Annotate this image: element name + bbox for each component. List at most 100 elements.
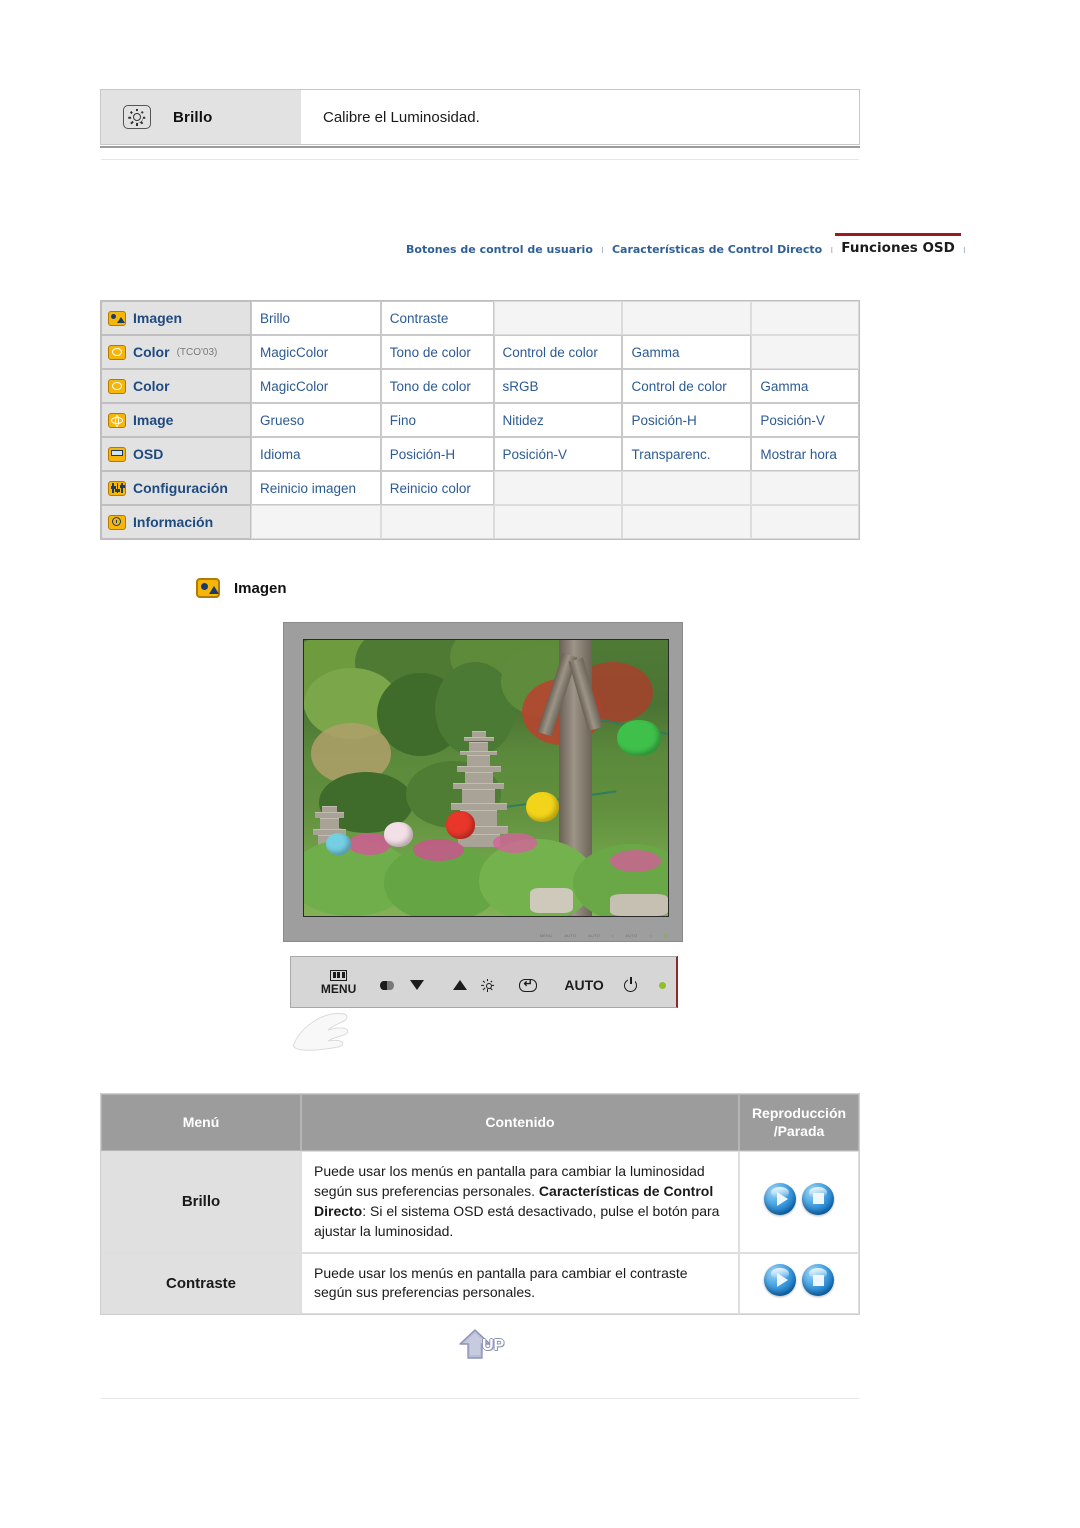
- power-button[interactable]: [612, 976, 649, 992]
- matrix-cell-empty: [751, 301, 859, 335]
- menu-button[interactable]: MENU: [305, 969, 372, 996]
- matrix-cell[interactable]: Tono de color: [380, 335, 494, 369]
- matrix-head-label: Información: [133, 514, 214, 530]
- breadcrumb-item-funciones-osd[interactable]: Funciones OSD: [835, 233, 961, 258]
- bezel-label-4: •: [611, 933, 614, 938]
- matrix-cell[interactable]: Idioma: [251, 437, 381, 471]
- monitor-screen: [303, 639, 669, 917]
- image-geometry-icon: [108, 412, 126, 428]
- matrix-cell-empty: [751, 505, 859, 539]
- matrix-head-image[interactable]: Image: [101, 403, 251, 437]
- auto-button[interactable]: AUTO: [556, 978, 613, 992]
- matrix-head-label: Configuración: [133, 480, 228, 496]
- matrix-cell[interactable]: Posición-V: [751, 403, 859, 437]
- matrix-cell[interactable]: Gamma: [751, 369, 859, 403]
- brillo-note-strip: Brillo Calibre el Luminosidad.: [100, 89, 860, 145]
- matrix-cell[interactable]: Gamma: [622, 335, 752, 369]
- matrix-cell[interactable]: Brillo: [251, 301, 381, 335]
- color-menu-icon: [108, 344, 126, 360]
- matrix-head-configuracion[interactable]: Configuración: [101, 471, 251, 505]
- matrix-head-label: Imagen: [133, 310, 183, 326]
- column-header-reproduccion-line1: Reproducción: [751, 1105, 847, 1121]
- matrix-cell[interactable]: Contraste: [380, 301, 494, 335]
- matrix-cell[interactable]: Nitidez: [493, 403, 623, 437]
- matrix-head-color-tco[interactable]: Color (TCO'03): [101, 335, 251, 369]
- content-text-part2: : Si el sistema OSD está desactivado, pu…: [314, 1202, 720, 1239]
- matrix-cell[interactable]: sRGB: [493, 369, 623, 403]
- matrix-cell[interactable]: Fino: [380, 403, 494, 437]
- matrix-cell[interactable]: Posición-H: [622, 403, 752, 437]
- bezel-label-5: AUTO: [625, 933, 638, 938]
- garden-photo: [304, 640, 668, 916]
- enter-button[interactable]: [501, 977, 556, 992]
- up-button-link[interactable]: UP: [458, 1328, 522, 1364]
- matrix-cell[interactable]: Posición-V: [493, 437, 623, 471]
- matrix-cell-empty: [622, 301, 752, 335]
- matrix-cell[interactable]: MagicColor: [251, 369, 381, 403]
- matrix-cell-empty: [380, 505, 494, 539]
- breadcrumb: Botones de control de usuario ı Caracter…: [400, 232, 966, 258]
- breadcrumb-item-botones[interactable]: Botones de control de usuario: [400, 240, 599, 258]
- matrix-cell[interactable]: Control de color: [622, 369, 752, 403]
- setup-menu-icon: [108, 480, 126, 496]
- row-menu-contraste: Contraste: [101, 1252, 301, 1315]
- brillo-note-label-cell: Brillo: [101, 90, 301, 144]
- matrix-cell-empty: [751, 471, 859, 505]
- matrix-head-suffix: (TCO'03): [176, 346, 218, 358]
- hand-pointer-illustration: [293, 1012, 349, 1051]
- column-header-menu: Menú: [101, 1094, 301, 1151]
- magiccolor-down-button[interactable]: [372, 980, 402, 991]
- matrix-cell[interactable]: Reinicio color: [380, 471, 494, 505]
- matrix-cell[interactable]: Tono de color: [380, 369, 494, 403]
- matrix-cell-empty: [751, 335, 859, 369]
- table-row: OSD Idioma Posición-H Posición-V Transpa…: [101, 437, 859, 471]
- bezel-label-6: ○: [649, 933, 652, 938]
- up-button[interactable]: [446, 980, 474, 990]
- stop-button[interactable]: [802, 1182, 834, 1215]
- page-root: Brillo Calibre el Luminosidad. Botones d…: [0, 0, 1080, 1528]
- column-header-reproduccion: Reproducción /Parada: [739, 1094, 859, 1151]
- matrix-head-informacion[interactable]: Información: [101, 505, 251, 539]
- section-heading-label: Imagen: [234, 579, 287, 597]
- table-row: Contraste Puede usar los menús en pantal…: [101, 1252, 859, 1315]
- bezel-label-2: AUTO: [564, 933, 577, 938]
- row-buttons-contraste: [739, 1252, 859, 1315]
- enter-icon: [519, 977, 538, 992]
- matrix-cell[interactable]: MagicColor: [251, 335, 381, 369]
- matrix-cell[interactable]: Posición-H: [380, 437, 494, 471]
- power-icon: [624, 976, 638, 992]
- matrix-head-color[interactable]: Color: [101, 369, 251, 403]
- monitor-illustration: MENU AUTO AUTO • AUTO ○: [283, 622, 683, 942]
- matrix-cell[interactable]: Reinicio imagen: [251, 471, 381, 505]
- osd-menu-icon: [108, 446, 126, 462]
- matrix-cell[interactable]: Mostrar hora: [751, 437, 859, 471]
- matrix-cell[interactable]: Transparenc.: [622, 437, 752, 471]
- column-header-reproduccion-line2: /Parada: [773, 1122, 825, 1139]
- divider-light-top: [101, 159, 859, 160]
- down-button[interactable]: [402, 980, 432, 990]
- table-row: Información: [101, 505, 859, 539]
- stop-button[interactable]: [802, 1264, 834, 1297]
- matrix-head-imagen[interactable]: Imagen: [101, 301, 251, 335]
- divider-light-bottom: [101, 1398, 859, 1399]
- menu-button-label: MENU: [320, 981, 357, 996]
- brightness-button[interactable]: [475, 978, 502, 992]
- up-button-label: UP: [482, 1337, 505, 1354]
- brillo-note-title: Brillo: [173, 108, 213, 126]
- column-header-contenido: Contenido: [301, 1094, 739, 1151]
- matrix-head-osd[interactable]: OSD: [101, 437, 251, 471]
- matrix-cell-empty: [622, 471, 752, 505]
- image-menu-icon: [196, 578, 220, 598]
- matrix-cell[interactable]: Control de color: [493, 335, 623, 369]
- breadcrumb-item-control-directo[interactable]: Características de Control Directo: [606, 240, 828, 258]
- table-row: Imagen Brillo Contraste: [101, 301, 859, 335]
- play-button[interactable]: [764, 1182, 796, 1215]
- up-brightness-icon: [481, 978, 495, 992]
- matrix-cell-empty: [493, 471, 623, 505]
- monitor-control-panel: MENU AUTO: [290, 956, 678, 1008]
- table-row: Configuración Reinicio imagen Reinicio c…: [101, 471, 859, 505]
- matrix-cell[interactable]: Grueso: [251, 403, 381, 437]
- power-led-indicator: [649, 981, 676, 989]
- play-button[interactable]: [764, 1264, 796, 1297]
- monitor-bezel-labels: MENU AUTO AUTO • AUTO ○: [540, 920, 668, 938]
